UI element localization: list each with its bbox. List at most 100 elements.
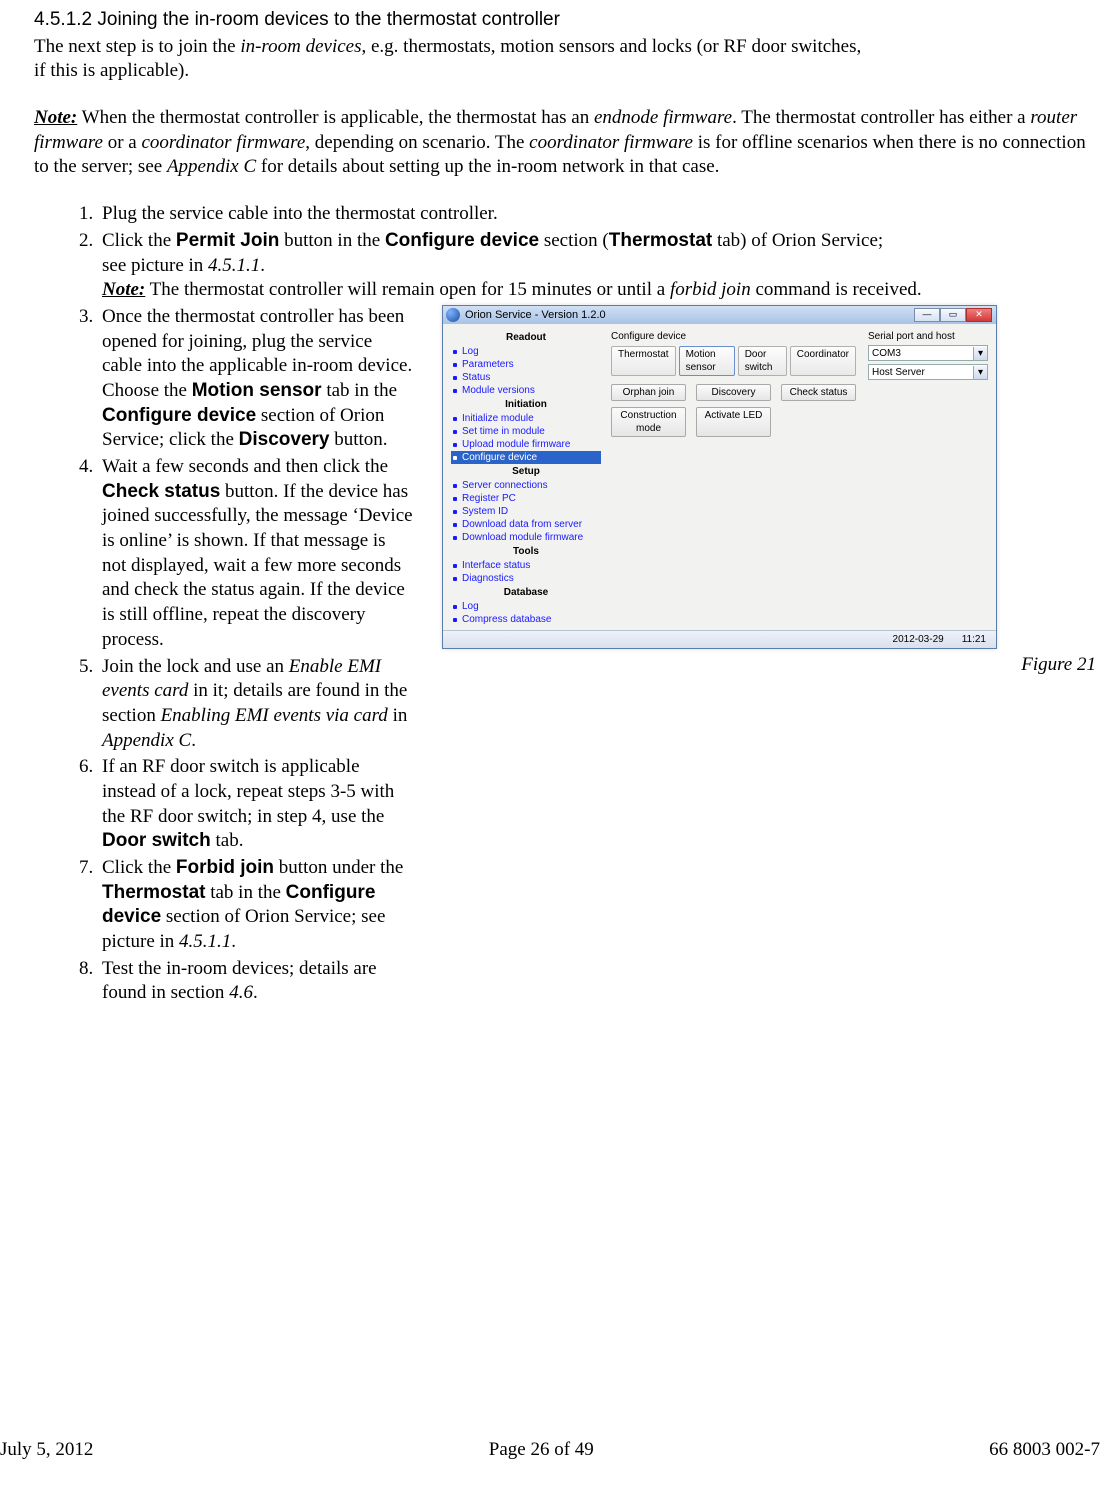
text: Motion sensor (192, 380, 322, 401)
chevron-down-icon: ▾ (973, 347, 987, 360)
action-button[interactable]: Check status (781, 384, 856, 401)
status-time: 11:21 (962, 633, 986, 646)
sidebar-item-label: Upload module firmware (462, 438, 570, 451)
text: command is received. (751, 279, 922, 300)
sidebar-group-header: Readout (451, 330, 601, 345)
footer-page: Page 26 of 49 (489, 1438, 594, 1463)
bullet-icon (453, 497, 457, 501)
text: 4.6 (229, 982, 253, 1003)
action-button[interactable]: Orphan join (611, 384, 686, 401)
action-button[interactable]: Activate LED (696, 407, 771, 437)
sidebar-item[interactable]: Initialize module (451, 412, 601, 425)
text: The next step is to join the (34, 36, 240, 57)
text: . (260, 255, 265, 276)
sidebar-item[interactable]: Log (451, 345, 601, 358)
configure-device-label: Configure device (611, 330, 856, 343)
text: or a (103, 132, 142, 153)
text: forbid join (670, 279, 751, 300)
note-block: Note: When the thermostat controller is … (34, 106, 1096, 180)
text: Appendix C (167, 156, 256, 177)
sidebar-item[interactable]: Upload module firmware (451, 438, 601, 451)
bullet-icon (453, 577, 457, 581)
sidebar-item[interactable]: Configure device (451, 451, 601, 464)
text: Click the (102, 857, 176, 878)
screenshot-window: Orion Service - Version 1.2.0 — ▭ ✕ Read… (442, 305, 997, 649)
bullet-icon (453, 417, 457, 421)
text: Forbid join (176, 857, 274, 878)
text: The thermostat controller will remain op… (145, 279, 670, 300)
sidebar-item[interactable]: Compress database (451, 613, 601, 626)
sidebar-group-header: Initiation (451, 397, 601, 412)
tab[interactable]: Coordinator (790, 346, 856, 376)
host-combo[interactable]: Host Server▾ (868, 364, 988, 380)
close-button[interactable]: ✕ (966, 308, 992, 322)
text: Configure device (102, 405, 256, 426)
text: If an RF door switch is applicable inste… (102, 756, 394, 826)
sidebar-item-label: Diagnostics (462, 572, 514, 585)
bullet-icon (453, 443, 457, 447)
text: Configure device (385, 230, 539, 251)
sidebar-item[interactable]: Download module firmware (451, 531, 601, 544)
bullet-icon (453, 564, 457, 568)
minimize-button[interactable]: — (914, 308, 940, 322)
sidebar-item-label: Log (462, 600, 479, 613)
com-port-combo[interactable]: COM3▾ (868, 345, 988, 361)
text: . The thermostat controller has either a (732, 107, 1030, 128)
sidebar-item[interactable]: Server connections (451, 479, 601, 492)
sidebar-group-header: Database (451, 585, 601, 600)
bullet-icon (453, 376, 457, 380)
status-bar: 2012-03-29 11:21 (443, 630, 996, 648)
text: . (231, 931, 236, 952)
sidebar-item[interactable]: Set time in module (451, 425, 601, 438)
bullet-icon (453, 510, 457, 514)
note-label: Note: (102, 279, 145, 300)
sidebar-item[interactable]: Register PC (451, 492, 601, 505)
section-heading: 4.5.1.2 Joining the in-room devices to t… (34, 8, 1096, 33)
sidebar-item[interactable]: Status (451, 371, 601, 384)
footer-date: July 5, 2012 (0, 1438, 93, 1463)
sidebar-item-label: Configure device (462, 451, 537, 464)
tab[interactable]: Door switch (738, 346, 787, 376)
sidebar-item-label: System ID (462, 505, 508, 518)
sidebar-item[interactable]: System ID (451, 505, 601, 518)
text: tab) of Orion Service; (712, 230, 883, 251)
text: tab. (211, 830, 244, 851)
text: button. If the device has joined success… (102, 481, 413, 650)
sidebar-item-label: Parameters (462, 358, 514, 371)
sidebar-group-header: Tools (451, 544, 601, 559)
sidebar-item-label: Download module firmware (462, 531, 583, 544)
sidebar-item[interactable]: Diagnostics (451, 572, 601, 585)
text: coordinator firmware (529, 132, 693, 153)
sidebar-item[interactable]: Download data from server (451, 518, 601, 531)
action-button[interactable]: Discovery (696, 384, 771, 401)
tab[interactable]: Thermostat (611, 346, 676, 376)
text: in (388, 705, 408, 726)
button-grid: Orphan join Discovery Check status Construc… (611, 384, 856, 437)
text: tab in the (322, 380, 397, 401)
sidebar-item[interactable]: Interface status (451, 559, 601, 572)
sidebar-item[interactable]: Log (451, 600, 601, 613)
text: When the thermostat controller is applic… (77, 107, 594, 128)
text: button under the (274, 857, 403, 878)
text: Door switch (102, 830, 211, 851)
tab[interactable]: Motion sensor (679, 346, 735, 376)
step-2: Click the Permit Join button in the Conf… (98, 229, 1094, 303)
sidebar-item[interactable]: Module versions (451, 384, 601, 397)
text: if this is applicable). (34, 60, 189, 81)
text: Check status (102, 481, 220, 502)
sidebar-item[interactable]: Parameters (451, 358, 601, 371)
text: Appendix C (102, 730, 191, 751)
sidebar-item-label: Module versions (462, 384, 535, 397)
bullet-icon (453, 430, 457, 434)
maximize-button[interactable]: ▭ (940, 308, 966, 322)
sidebar-item-label: Log (462, 345, 479, 358)
sidebar-item-label: Server connections (462, 479, 548, 492)
sidebar: ReadoutLogParametersStatusModule version… (451, 330, 601, 626)
action-button[interactable]: Construction mode (611, 407, 686, 437)
step-4: Wait a few seconds and then click the Ch… (98, 455, 414, 653)
bullet-icon (453, 605, 457, 609)
text: tab in the (205, 882, 285, 903)
serial-port-label: Serial port and host (868, 330, 988, 343)
text: Discovery (239, 429, 330, 450)
text: Permit Join (176, 230, 279, 251)
